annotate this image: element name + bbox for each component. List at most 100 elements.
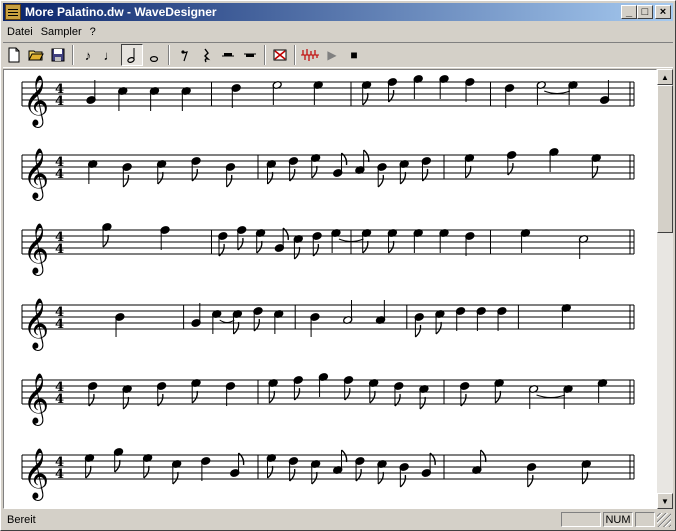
maximize-button[interactable]: □ bbox=[637, 5, 653, 19]
whole-note-icon bbox=[149, 56, 159, 63]
note bbox=[506, 151, 517, 176]
half-rest-button[interactable] bbox=[217, 44, 239, 66]
note bbox=[312, 232, 322, 257]
note bbox=[218, 232, 228, 257]
eighth-rest-button[interactable] bbox=[173, 44, 195, 66]
menu-datei-label: Datei bbox=[7, 26, 33, 38]
staff-system: 𝄞 44 bbox=[21, 223, 635, 276]
note bbox=[377, 163, 387, 188]
note bbox=[225, 163, 236, 188]
menu-sampler[interactable]: Sampler bbox=[37, 26, 86, 38]
open-folder-icon bbox=[28, 50, 44, 61]
note-flag bbox=[102, 234, 109, 248]
note-flag bbox=[399, 171, 407, 185]
toolbar-separator bbox=[264, 45, 266, 65]
scroll-thumb[interactable] bbox=[657, 85, 673, 233]
score-canvas[interactable]: 𝄞 44𝄞 44𝄞 44𝄞 44𝄞 44𝄞 44 bbox=[4, 70, 656, 508]
note bbox=[597, 379, 608, 403]
note bbox=[156, 382, 167, 407]
note-flag bbox=[435, 321, 442, 335]
note bbox=[268, 379, 278, 404]
note bbox=[310, 154, 321, 179]
waveform-button[interactable] bbox=[299, 44, 321, 66]
note bbox=[361, 81, 372, 106]
note bbox=[355, 457, 365, 482]
scroll-up-button[interactable]: ▲ bbox=[657, 69, 673, 85]
note bbox=[310, 313, 320, 337]
menu-help[interactable]: ? bbox=[86, 26, 100, 38]
note bbox=[563, 385, 573, 409]
whole-note-button[interactable] bbox=[143, 44, 165, 66]
eighth-note-button[interactable]: ♪ bbox=[77, 44, 99, 66]
toolbar-separator bbox=[168, 45, 170, 65]
vertical-scrollbar[interactable]: ▲ ▼ bbox=[657, 69, 673, 509]
staff-system: 𝄞 44 bbox=[21, 148, 635, 201]
staff-system: 𝄞 44 bbox=[21, 75, 635, 128]
note bbox=[343, 376, 354, 401]
whole-rest-icon bbox=[244, 53, 256, 57]
note bbox=[421, 157, 432, 182]
minimize-button[interactable]: _ bbox=[621, 5, 637, 19]
note-flag bbox=[191, 390, 198, 404]
save-button[interactable] bbox=[47, 44, 69, 66]
note bbox=[465, 232, 475, 256]
quarter-note-button[interactable]: ♩ bbox=[99, 44, 121, 66]
note-flag bbox=[268, 390, 276, 404]
close-button[interactable]: × bbox=[655, 5, 671, 19]
note-flag bbox=[363, 149, 370, 163]
note bbox=[142, 454, 153, 479]
treble-clef: 𝄞 bbox=[23, 148, 49, 201]
resize-grip[interactable] bbox=[657, 512, 671, 527]
note bbox=[200, 457, 211, 481]
note bbox=[266, 160, 277, 185]
note bbox=[549, 148, 559, 172]
play-button[interactable]: ▶ bbox=[321, 44, 343, 66]
toolbar-separator bbox=[72, 45, 74, 65]
menu-datei[interactable]: Datei bbox=[3, 26, 37, 38]
note bbox=[599, 80, 610, 104]
note bbox=[117, 87, 128, 111]
note bbox=[361, 229, 372, 254]
title-bar[interactable]: More Palatino.dw - WaveDesigner _ □ × bbox=[3, 3, 673, 21]
score-view[interactable]: 𝄞 4 4 𝄞 4 4 𝄞 4 4 𝄞 4 4 𝄞 4 4 𝄞 4 4 bbox=[3, 69, 657, 509]
time-signature-bottom: 4 bbox=[55, 167, 64, 182]
note-flag bbox=[233, 321, 240, 335]
note-flag bbox=[311, 471, 318, 485]
note-flag bbox=[122, 396, 130, 410]
note-flag bbox=[143, 465, 150, 479]
new-file-button[interactable] bbox=[3, 44, 25, 66]
scroll-down-button[interactable]: ▼ bbox=[657, 493, 673, 509]
window-title: More Palatino.dw - WaveDesigner bbox=[25, 5, 217, 19]
app-icon[interactable] bbox=[5, 4, 21, 20]
note bbox=[439, 229, 449, 253]
note-flag bbox=[311, 165, 318, 179]
note bbox=[102, 223, 112, 248]
note-flag bbox=[494, 390, 502, 404]
note bbox=[191, 303, 201, 327]
delete-note-button[interactable] bbox=[269, 44, 291, 66]
note-flag bbox=[414, 324, 422, 338]
treble-clef: 𝄞 bbox=[23, 223, 49, 276]
note-flag bbox=[122, 174, 130, 188]
note bbox=[87, 382, 98, 407]
quarter-rest-button[interactable] bbox=[195, 44, 217, 66]
note bbox=[86, 80, 96, 104]
note bbox=[413, 229, 423, 253]
note bbox=[504, 84, 515, 108]
note bbox=[526, 463, 537, 488]
note bbox=[87, 160, 98, 184]
half-note-button[interactable] bbox=[121, 44, 143, 66]
whole-rest-button[interactable] bbox=[239, 44, 261, 66]
time-signature-bottom: 4 bbox=[55, 242, 64, 257]
note bbox=[122, 163, 132, 188]
num-lock-indicator: NUM bbox=[603, 512, 633, 527]
note bbox=[435, 310, 445, 335]
stop-button[interactable]: ■ bbox=[343, 44, 365, 66]
delete-note-icon bbox=[273, 49, 287, 61]
waveform-icon bbox=[301, 49, 319, 61]
note bbox=[272, 81, 282, 105]
note-flag bbox=[369, 390, 376, 404]
open-button[interactable] bbox=[25, 44, 47, 66]
note bbox=[288, 157, 299, 182]
note-flag bbox=[157, 171, 164, 185]
